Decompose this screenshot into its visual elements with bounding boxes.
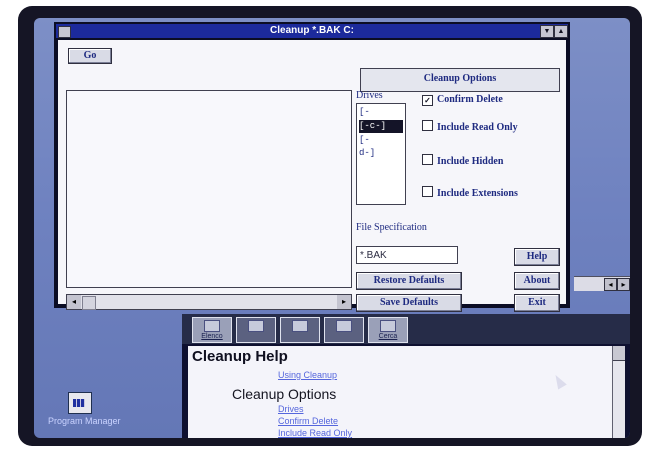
help-vertical-scrollbar[interactable] <box>612 346 625 438</box>
back-arrow-icon <box>248 320 264 332</box>
help-content: Cleanup Help Using Cleanup Cleanup Optio… <box>188 346 612 438</box>
scroll-thumb[interactable] <box>82 296 96 310</box>
file-spec-label: File Specification <box>356 222 427 233</box>
minimize-button[interactable]: ▼ <box>540 25 554 38</box>
file-list[interactable] <box>66 90 352 288</box>
drive-item[interactable]: [-a-] <box>359 106 383 130</box>
link-confirm-delete[interactable]: Confirm Delete <box>278 416 338 426</box>
index-button[interactable]: Elenco <box>192 317 232 343</box>
include-hidden-checkbox[interactable]: Include Hidden <box>422 154 503 167</box>
about-button[interactable]: About <box>514 272 560 290</box>
save-defaults-button[interactable]: Save Defaults <box>356 294 462 312</box>
cleanup-dialog: Cleanup *.BAK C: ▼ ▲ Go Cleanup Options … <box>54 22 570 312</box>
checkbox-checked-icon: ✓ <box>422 95 433 106</box>
help-toolbar: Elenco Cerca <box>182 314 630 344</box>
link-using-cleanup[interactable]: Using Cleanup <box>278 370 337 380</box>
drive-item-selected[interactable]: [-c-] <box>359 120 403 133</box>
scroll-left-icon[interactable]: ◂ <box>67 295 81 309</box>
window-title: Cleanup *.BAK C: <box>270 25 354 36</box>
restore-defaults-button[interactable]: Restore Defaults <box>356 272 462 290</box>
confirm-delete-checkbox[interactable]: ✓ Confirm Delete <box>422 94 503 106</box>
link-include-read-only[interactable]: Include Read Only <box>278 428 352 438</box>
file-list-hscrollbar[interactable]: ◂ ▸ <box>66 294 352 310</box>
include-extensions-checkbox[interactable]: Include Extensions <box>422 186 518 199</box>
back-button[interactable] <box>236 317 276 343</box>
help-button[interactable]: Help <box>514 248 560 266</box>
dialog-client: Go Cleanup Options ◂ ▸ Drives [-a-] [-c-… <box>58 40 566 312</box>
browse-forward-button[interactable] <box>324 317 364 343</box>
help-title: Cleanup Help <box>192 348 288 365</box>
drives-list[interactable]: [-a-] [-c-] [-d-] <box>356 103 406 205</box>
scroll-up-arrow-icon[interactable] <box>613 346 625 361</box>
checkbox-icon <box>422 186 433 197</box>
link-drives[interactable]: Drives <box>278 404 304 414</box>
checkbox-icon <box>422 154 433 165</box>
magnifier-icon <box>380 320 396 332</box>
options-header: Cleanup Options <box>423 73 497 84</box>
search-button[interactable]: Cerca <box>368 317 408 343</box>
options-header-box: Cleanup Options <box>360 68 560 92</box>
scroll-right-icon[interactable]: ▸ <box>337 295 351 309</box>
help-window: Elenco Cerca Cleanup Help Using Cleanup … <box>182 314 630 438</box>
checkbox-icon <box>422 120 433 131</box>
screen: Program Manager ◂ ▸ Elenco Cerca Cleanup… <box>34 18 630 438</box>
scroll-right-arrow-icon[interactable]: ▸ <box>617 278 630 291</box>
maximize-button[interactable]: ▲ <box>554 25 568 38</box>
history-button[interactable] <box>280 317 320 343</box>
history-icon <box>292 320 308 332</box>
background-window-scrollbar[interactable]: ◂ ▸ <box>574 276 630 291</box>
program-manager-icon[interactable] <box>68 392 92 414</box>
forward-arrow-icon <box>336 320 352 332</box>
help-subtitle: Cleanup Options <box>232 386 337 402</box>
drives-label: Drives <box>356 90 383 101</box>
scroll-left-arrow-icon[interactable]: ◂ <box>604 278 617 291</box>
go-button[interactable]: Go <box>68 48 112 64</box>
drive-item[interactable]: [-d-] <box>359 134 383 158</box>
title-bar[interactable]: Cleanup *.BAK C: ▼ ▲ <box>56 24 568 38</box>
include-read-only-checkbox[interactable]: Include Read Only <box>422 120 518 133</box>
file-spec-input[interactable]: *.BAK <box>356 246 458 264</box>
book-icon <box>204 320 220 332</box>
exit-button[interactable]: Exit <box>514 294 560 312</box>
program-manager-label: Program Manager <box>48 416 121 426</box>
